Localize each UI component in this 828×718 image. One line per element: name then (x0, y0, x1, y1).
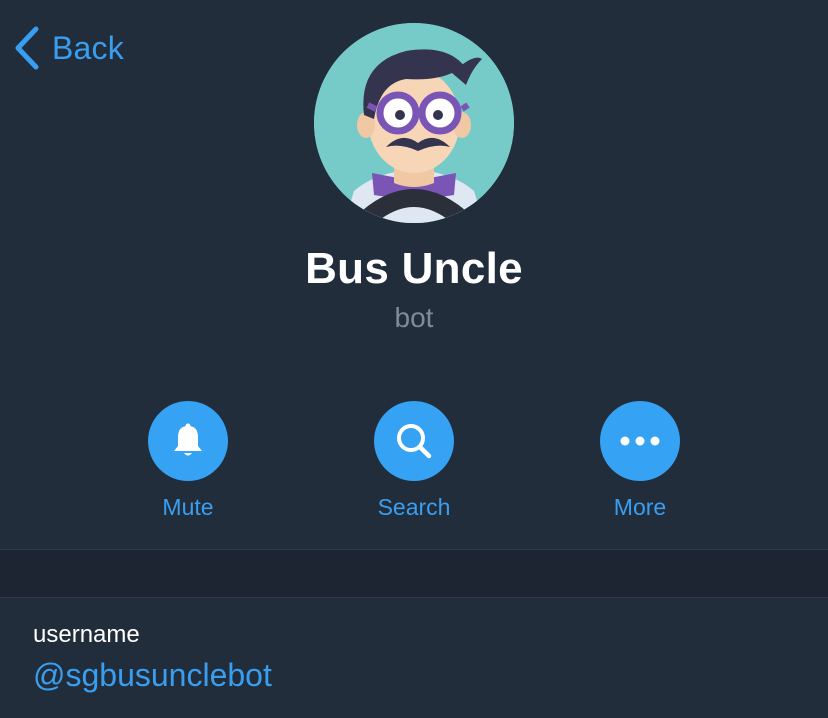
mute-button-circle[interactable] (148, 401, 228, 481)
username-label: username (33, 621, 140, 648)
username-link[interactable]: @sgbusunclebot (33, 657, 272, 694)
back-button[interactable]: Back (14, 24, 124, 72)
avatar[interactable] (314, 23, 514, 223)
more-button[interactable]: More (580, 401, 700, 521)
profile-name: Bus Uncle (305, 244, 523, 293)
bot-profile-screen: Back Bus Uncle bot Mute Search More user… (0, 0, 828, 718)
mute-label: Mute (162, 494, 214, 520)
more-dots-icon (620, 436, 660, 446)
chevron-left-icon (15, 26, 39, 70)
profile-subtitle: bot (394, 302, 434, 333)
bell-icon (174, 423, 202, 456)
mute-button[interactable]: Mute (128, 401, 248, 521)
bus-uncle-avatar-illustration (314, 23, 514, 223)
more-label: More (613, 494, 667, 520)
search-label: Search (377, 494, 451, 520)
back-label: Back (52, 29, 124, 66)
section-separator (0, 549, 828, 598)
search-button[interactable]: Search (354, 401, 474, 521)
search-button-circle[interactable] (374, 401, 454, 481)
search-icon (397, 424, 432, 459)
more-button-circle[interactable] (600, 401, 680, 481)
